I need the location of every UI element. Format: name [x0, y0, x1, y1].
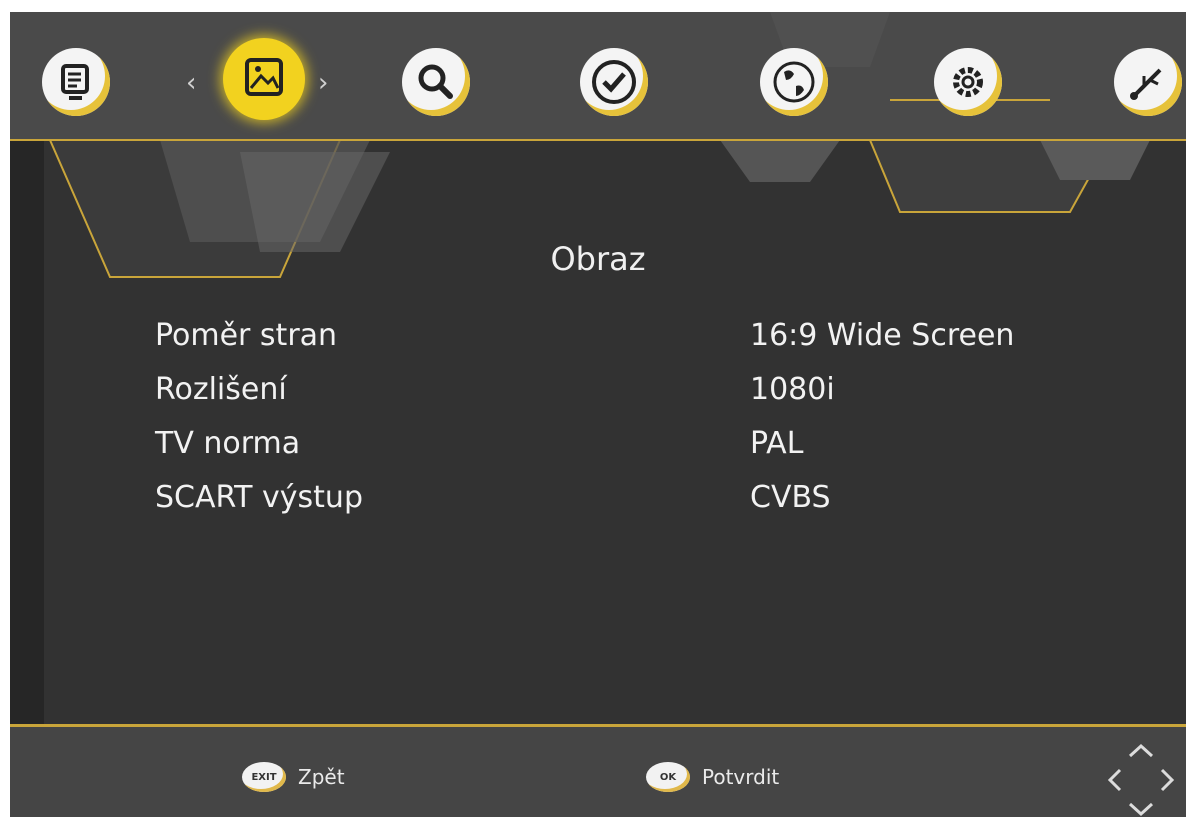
confirm-hint[interactable]: OK Potvrdit [646, 762, 779, 792]
setting-row-resolution[interactable]: Rozlišení 1080i [10, 372, 1186, 416]
ok-key-icon: OK [646, 762, 690, 792]
tv-list-icon[interactable] [42, 48, 110, 116]
setting-label: Rozlišení [155, 372, 287, 407]
setting-row-scart-output[interactable]: SCART výstup CVBS [10, 480, 1186, 524]
back-label: Zpět [298, 765, 345, 789]
setting-value: 1080i [750, 372, 835, 407]
setting-value: PAL [750, 426, 804, 461]
bottom-hint-bar [10, 724, 1186, 817]
gear-icon[interactable] [934, 48, 1002, 116]
usb-icon[interactable] [1114, 48, 1182, 116]
top-bar-divider [10, 139, 1186, 141]
exit-key-icon: EXIT [242, 762, 286, 792]
back-hint[interactable]: EXIT Zpět [242, 762, 345, 792]
search-icon[interactable] [402, 48, 470, 116]
confirm-label: Potvrdit [702, 765, 780, 789]
nav-next-arrow[interactable]: › [318, 70, 328, 96]
setting-label: TV norma [155, 426, 301, 461]
picture-icon[interactable] [223, 38, 305, 120]
globe-icon[interactable] [760, 48, 828, 116]
setting-label: SCART výstup [155, 480, 363, 515]
tv-menu-screen: ‹ › Obraz Poměr stran 16:9 Wide Screen R… [10, 12, 1186, 817]
page-title: Obraz [550, 240, 646, 278]
setting-row-aspect-ratio[interactable]: Poměr stran 16:9 Wide Screen [10, 318, 1186, 362]
setting-label: Poměr stran [155, 318, 338, 353]
setting-value: CVBS [750, 480, 831, 515]
dpad-arrows-icon [1107, 743, 1175, 817]
bottom-bar-divider [10, 724, 1186, 727]
clock-icon[interactable] [580, 48, 648, 116]
setting-value: 16:9 Wide Screen [750, 318, 1015, 353]
nav-prev-arrow[interactable]: ‹ [186, 70, 196, 96]
setting-row-tv-standard[interactable]: TV norma PAL [10, 426, 1186, 470]
